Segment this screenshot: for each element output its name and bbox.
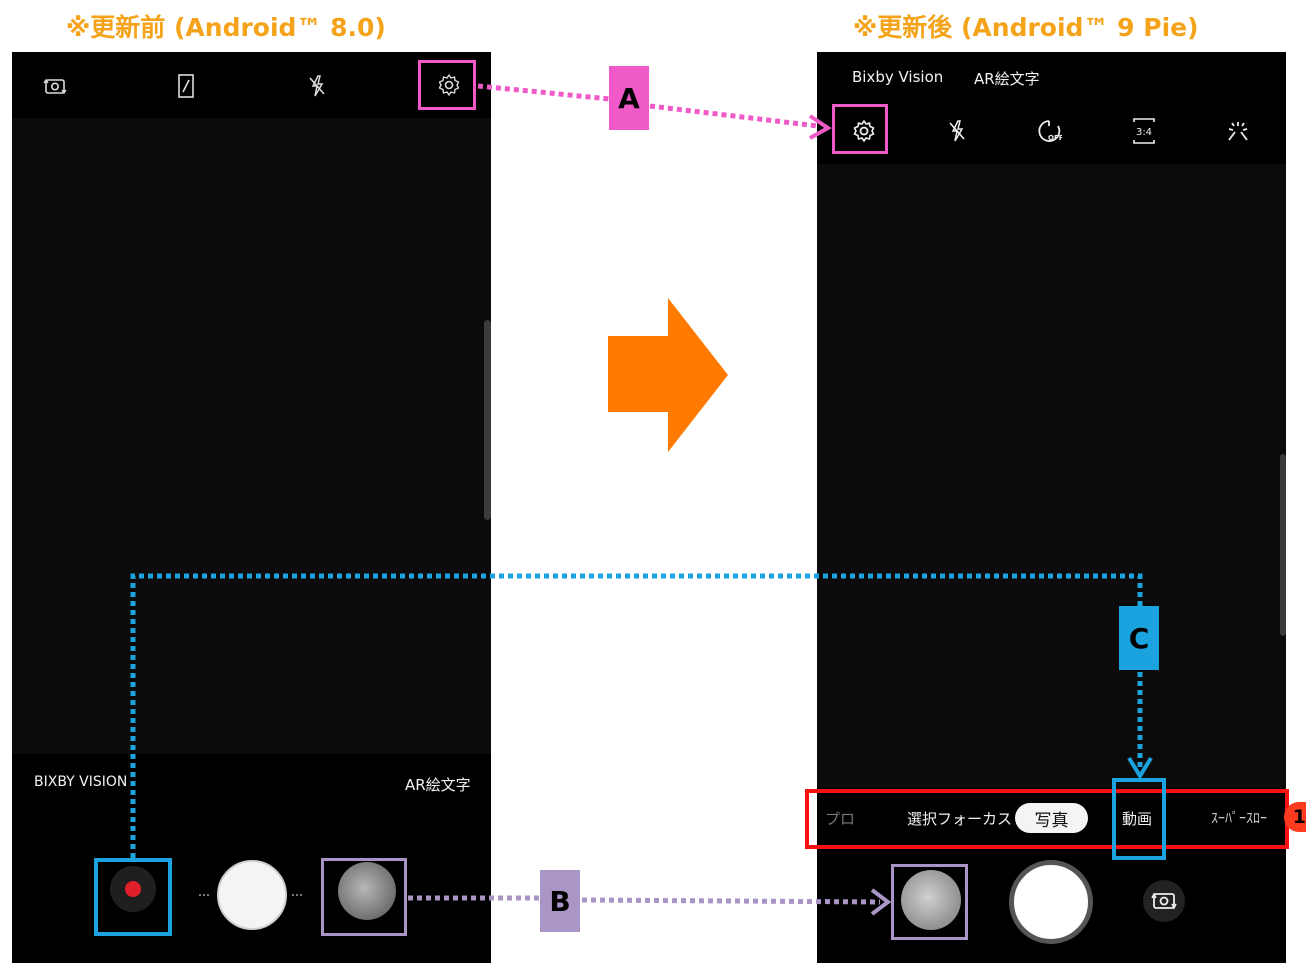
flash-off-icon[interactable] xyxy=(302,70,332,102)
edge-handle[interactable] xyxy=(484,320,491,520)
ar-emoji-label[interactable]: AR絵文字 xyxy=(405,774,471,795)
badge-1-text: 1 xyxy=(1292,806,1306,828)
flash-off-icon[interactable] xyxy=(942,114,972,148)
shutter-button[interactable] xyxy=(217,860,287,930)
divider-dots xyxy=(199,894,209,898)
ar-emoji-link[interactable]: AR絵文字 xyxy=(974,68,1040,89)
timer-off-icon[interactable]: OFF xyxy=(1032,114,1066,148)
before-viewfinder xyxy=(12,118,491,754)
camera-switch-icon[interactable] xyxy=(38,72,72,100)
bixby-vision-label[interactable]: BIXBY VISION xyxy=(34,774,127,790)
after-viewfinder xyxy=(817,164,1286,788)
divider-dots-right xyxy=(292,894,302,898)
highlight-a-settings-before xyxy=(418,60,476,110)
shutter-button[interactable] xyxy=(1009,860,1093,944)
label-b: B xyxy=(540,870,580,932)
connector-a-right xyxy=(649,103,819,129)
bixby-vision-link[interactable]: Bixby Vision xyxy=(852,68,943,86)
before-phone-screen: BIXBY VISION AR絵文字 xyxy=(12,52,491,963)
label-a: A xyxy=(609,66,649,130)
camera-switch-button[interactable] xyxy=(1143,880,1185,922)
highlight-1-mode-strip xyxy=(805,789,1289,849)
svg-text:OFF: OFF xyxy=(1048,134,1062,142)
aspect-ratio-icon[interactable] xyxy=(172,70,200,102)
label-c: C xyxy=(1119,606,1159,670)
connector-a-left xyxy=(477,83,611,102)
highlight-a-settings-after xyxy=(832,104,888,154)
highlight-b-gallery-before xyxy=(321,858,407,936)
highlight-c-record-before xyxy=(94,858,172,936)
ratio-3-4-icon[interactable]: 3:4 xyxy=(1127,114,1161,148)
badge-1: 1 xyxy=(1284,802,1306,832)
highlight-b-gallery-after xyxy=(891,864,968,940)
ratio-text: 3:4 xyxy=(1136,127,1152,138)
camera-switch-icon xyxy=(1151,892,1177,910)
heading-before: ※更新前 (Android™ 8.0) xyxy=(66,13,386,42)
transition-arrow-icon xyxy=(608,298,728,452)
edge-handle[interactable] xyxy=(1280,454,1286,636)
effects-icon[interactable] xyxy=(1221,114,1255,148)
highlight-c-video-mode xyxy=(1112,778,1166,860)
heading-after: ※更新後 (Android™ 9 Pie) xyxy=(853,13,1199,42)
